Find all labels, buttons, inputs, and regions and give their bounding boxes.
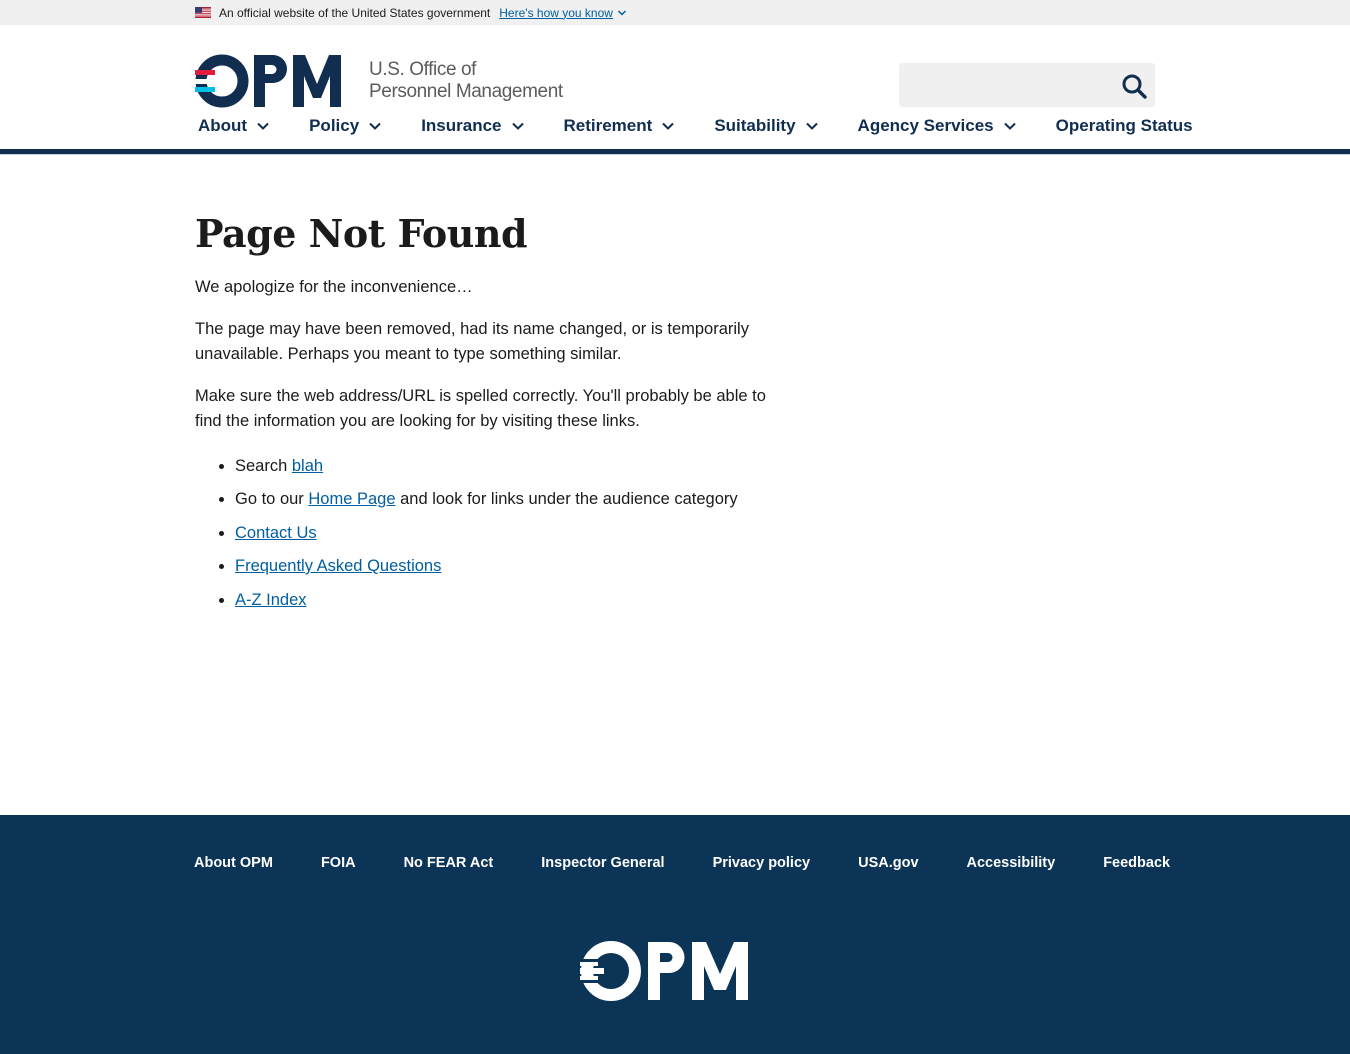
search-icon[interactable] bbox=[1121, 73, 1147, 99]
home-prefix-text: Go to our bbox=[235, 490, 309, 508]
nav-item-agency-services[interactable]: Agency Services bbox=[858, 112, 1016, 140]
nav-item-label: Retirement bbox=[563, 116, 653, 135]
nav-item-suitability[interactable]: Suitability bbox=[714, 112, 818, 140]
faq-link[interactable]: Frequently Asked Questions bbox=[235, 557, 441, 575]
footer-link-foia[interactable]: FOIA bbox=[321, 855, 356, 871]
agency-name-line1: U.S. Office of bbox=[369, 59, 477, 80]
nav-divider-shadow bbox=[0, 154, 1350, 155]
footer-link-inspector-general[interactable]: Inspector General bbox=[541, 855, 664, 871]
agency-name-line2: Personnel Management bbox=[369, 81, 563, 102]
nav-item-label: Agency Services bbox=[857, 116, 994, 135]
nav-item-label: Operating Status bbox=[1055, 116, 1193, 135]
helpful-links-list: Search blah Go to our Home Page and look… bbox=[195, 455, 795, 611]
search-prefix-text: Search bbox=[235, 456, 292, 475]
opm-logo-mark bbox=[195, 54, 341, 108]
main-content: Page Not Found We apologize for the inco… bbox=[195, 212, 795, 622]
search-blah-link[interactable]: blah bbox=[292, 457, 323, 475]
nav-item-insurance[interactable]: Insurance bbox=[421, 112, 524, 140]
removed-text: The page may have been removed, had its … bbox=[195, 319, 749, 364]
heres-how-you-know-link[interactable]: Here's how you know bbox=[499, 6, 613, 20]
main-nav-list: About Policy Insurance Retirement Suitab… bbox=[198, 112, 1193, 140]
nav-item-label: About bbox=[198, 116, 248, 135]
search-input[interactable] bbox=[899, 63, 1109, 107]
nav-item-about[interactable]: About bbox=[198, 112, 269, 140]
gov-banner-text: An official website of the United States… bbox=[219, 5, 491, 20]
nav-item-operating-status[interactable]: Operating Status bbox=[1056, 112, 1193, 140]
list-item: Frequently Asked Questions bbox=[235, 555, 795, 577]
us-flag-icon bbox=[195, 7, 211, 18]
footer-link-no-fear-act[interactable]: No FEAR Act bbox=[404, 855, 494, 871]
list-item: Contact Us bbox=[235, 522, 795, 544]
chevron-down-icon bbox=[257, 122, 269, 130]
footer-link-feedback[interactable]: Feedback bbox=[1103, 855, 1170, 871]
footer-link-privacy-policy[interactable]: Privacy policy bbox=[713, 855, 811, 871]
home-page-link[interactable]: Home Page bbox=[308, 490, 395, 508]
home-suffix-text: and look for links under the audience ca… bbox=[395, 490, 738, 508]
apology-text: We apologize for the inconvenience… bbox=[195, 278, 473, 296]
footer-link-accessibility[interactable]: Accessibility bbox=[967, 855, 1056, 871]
nav-item-policy[interactable]: Policy bbox=[309, 112, 381, 140]
contact-us-link[interactable]: Contact Us bbox=[235, 524, 317, 542]
nav-item-label: Insurance bbox=[421, 116, 502, 135]
footer-link-usa-gov[interactable]: USA.gov bbox=[858, 855, 918, 871]
nav-item-retirement[interactable]: Retirement bbox=[564, 112, 675, 140]
chevron-down-icon[interactable] bbox=[617, 9, 627, 17]
opm-footer-logo[interactable] bbox=[580, 941, 764, 1001]
agency-name: U.S. Office of Personnel Management bbox=[369, 59, 563, 103]
list-item: Search blah bbox=[235, 455, 795, 477]
opm-logo[interactable]: U.S. Office of Personnel Management bbox=[195, 53, 565, 109]
nav-item-label: Suitability bbox=[714, 116, 796, 135]
az-index-link[interactable]: A-Z Index bbox=[235, 591, 307, 609]
chevron-down-icon bbox=[805, 122, 818, 130]
footer-links: About OPM FOIA No FEAR Act Inspector Gen… bbox=[194, 855, 1170, 871]
list-item: A-Z Index bbox=[235, 589, 795, 611]
chevron-down-icon bbox=[662, 122, 675, 130]
chevron-down-icon bbox=[511, 122, 524, 130]
page-title: Page Not Found bbox=[195, 211, 528, 256]
footer-link-about-opm[interactable]: About OPM bbox=[194, 855, 273, 871]
search-form bbox=[899, 63, 1155, 107]
url-check-text: Make sure the web address/URL is spelled… bbox=[195, 386, 766, 431]
site-footer: About OPM FOIA No FEAR Act Inspector Gen… bbox=[0, 815, 1350, 1054]
list-item: Go to our Home Page and look for links u… bbox=[235, 488, 795, 510]
gov-banner: An official website of the United States… bbox=[0, 0, 1350, 25]
chevron-down-icon bbox=[369, 122, 381, 130]
chevron-down-icon bbox=[1003, 122, 1016, 130]
nav-item-label: Policy bbox=[309, 116, 360, 135]
main-nav: About Policy Insurance Retirement Suitab… bbox=[0, 112, 1350, 150]
